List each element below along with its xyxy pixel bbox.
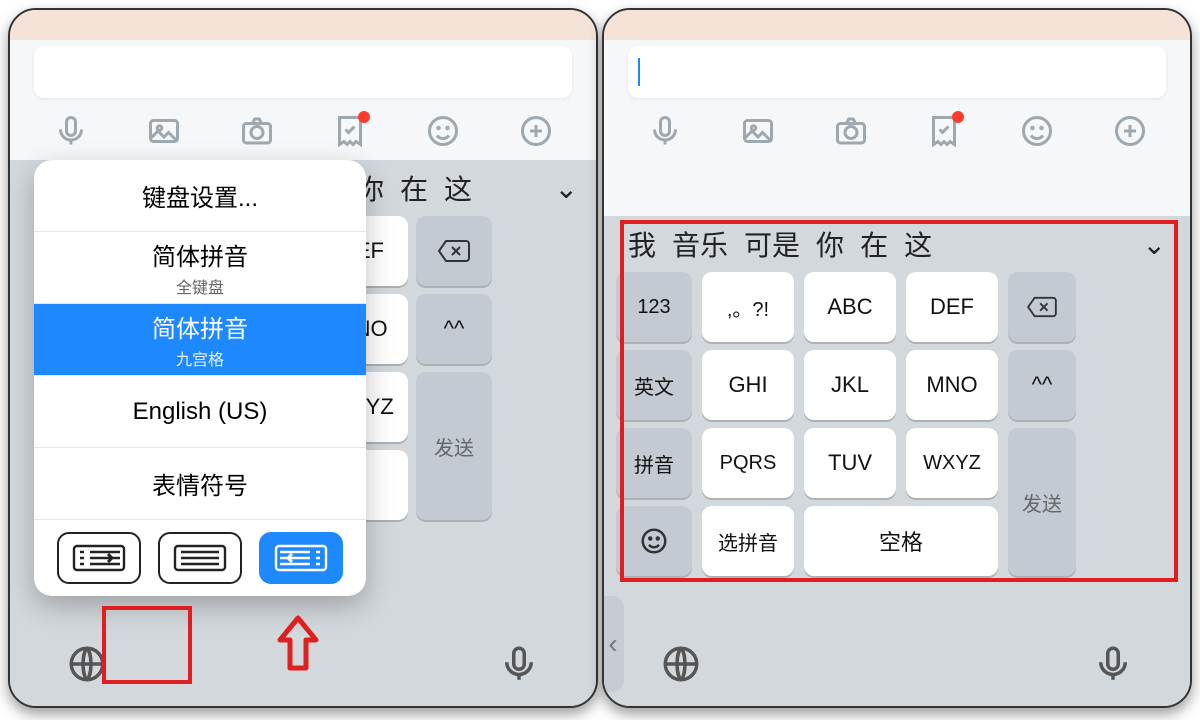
key-tuv[interactable]: TUV xyxy=(804,428,896,498)
mic-icon[interactable] xyxy=(498,643,540,685)
photo-icon[interactable] xyxy=(146,113,182,149)
key-punct[interactable]: ,。?! xyxy=(702,272,794,342)
keyboard-area: 我 音乐 可是 你 在 这 ⌄ 123 ,。?! ABC DEF 英文 GHI … xyxy=(604,216,1190,706)
chevron-down-icon[interactable]: ⌄ xyxy=(549,172,584,205)
mic-icon[interactable] xyxy=(53,113,89,149)
screenshot-left: 你 在 这 ⌄ C DEF L MNO ^^ V WXYZ 发送 xyxy=(8,8,598,708)
key-wxyz[interactable]: WXYZ xyxy=(906,428,998,498)
screenshot-right: 我 音乐 可是 你 在 这 ⌄ 123 ,。?! ABC DEF 英文 GHI … xyxy=(602,8,1192,708)
notification-dot xyxy=(952,111,964,123)
text-cursor xyxy=(638,58,640,86)
keyboard-dock-row xyxy=(34,520,366,596)
suggestion[interactable]: 音乐 xyxy=(666,224,734,264)
popup-item-settings[interactable]: 键盘设置... xyxy=(34,160,366,232)
popup-item-english[interactable]: English (US) xyxy=(34,376,366,448)
popup-item-emoji[interactable]: 表情符号 xyxy=(34,448,366,520)
key-jkl[interactable]: JKL xyxy=(804,350,896,420)
popup-item-pinyin-9grid-selected[interactable]: 简体拼音 九宫格 xyxy=(34,304,366,376)
suggestion-bar[interactable]: 我 音乐 可是 你 在 这 ⌄ xyxy=(604,216,1190,272)
key-english[interactable]: 英文 xyxy=(616,350,692,420)
key-send[interactable]: 发送 xyxy=(416,372,492,520)
key-space[interactable]: 空格 xyxy=(804,506,998,576)
status-bar xyxy=(10,10,596,40)
key-select-pinyin[interactable]: 选拼音 xyxy=(702,506,794,576)
keyboard-switcher-popup: 键盘设置... 简体拼音 全键盘 简体拼音 九宫格 English (US) 表… xyxy=(34,160,366,596)
message-input[interactable] xyxy=(34,46,572,98)
key-abc[interactable]: ABC xyxy=(804,272,896,342)
suggestion[interactable]: 在 xyxy=(854,224,894,264)
keypad-grid: 123 ,。?! ABC DEF 英文 GHI JKL MNO ^^ 拼音 PQ… xyxy=(616,272,1178,576)
key-ghi[interactable]: GHI xyxy=(702,350,794,420)
camera-icon[interactable] xyxy=(833,113,869,149)
photo-icon[interactable] xyxy=(740,113,776,149)
key-delete[interactable] xyxy=(1008,272,1076,342)
toolbar xyxy=(604,98,1190,156)
key-caret[interactable]: ^^ xyxy=(416,294,492,364)
plus-icon[interactable] xyxy=(518,113,554,149)
suggestion[interactable]: 你 xyxy=(810,224,850,264)
system-row xyxy=(10,636,596,692)
key-send[interactable]: 发送 xyxy=(1008,428,1076,576)
globe-icon[interactable] xyxy=(66,643,108,685)
suggestion[interactable]: 这 xyxy=(438,168,478,208)
key-pinyin[interactable]: 拼音 xyxy=(616,428,692,498)
suggestion[interactable]: 在 xyxy=(394,168,434,208)
system-row xyxy=(604,636,1190,692)
popup-item-pinyin-full[interactable]: 简体拼音 全键盘 xyxy=(34,232,366,304)
key-123[interactable]: 123 xyxy=(616,272,692,342)
dock-center-icon[interactable] xyxy=(158,532,242,584)
key-def[interactable]: DEF xyxy=(906,272,998,342)
key-emoji[interactable] xyxy=(616,506,692,576)
key-pqrs[interactable]: PQRS xyxy=(702,428,794,498)
suggestion[interactable]: 这 xyxy=(898,224,938,264)
suggestion[interactable]: 可是 xyxy=(738,224,806,264)
dock-left-icon[interactable] xyxy=(57,532,141,584)
receipt-icon[interactable] xyxy=(332,113,368,149)
dock-right-icon-selected[interactable] xyxy=(259,532,343,584)
globe-icon[interactable] xyxy=(660,643,702,685)
chevron-down-icon[interactable]: ⌄ xyxy=(1137,228,1172,261)
camera-icon[interactable] xyxy=(239,113,275,149)
emoji-icon[interactable] xyxy=(1019,113,1055,149)
toolbar xyxy=(10,98,596,156)
status-bar xyxy=(604,10,1190,40)
message-input[interactable] xyxy=(628,46,1166,98)
mic-icon[interactable] xyxy=(1092,643,1134,685)
key-mno[interactable]: MNO xyxy=(906,350,998,420)
key-caret[interactable]: ^^ xyxy=(1008,350,1076,420)
suggestion[interactable]: 我 xyxy=(622,224,662,264)
mic-icon[interactable] xyxy=(647,113,683,149)
plus-icon[interactable] xyxy=(1112,113,1148,149)
key-delete[interactable] xyxy=(416,216,492,286)
emoji-icon[interactable] xyxy=(425,113,461,149)
notification-dot xyxy=(358,111,370,123)
receipt-icon[interactable] xyxy=(926,113,962,149)
